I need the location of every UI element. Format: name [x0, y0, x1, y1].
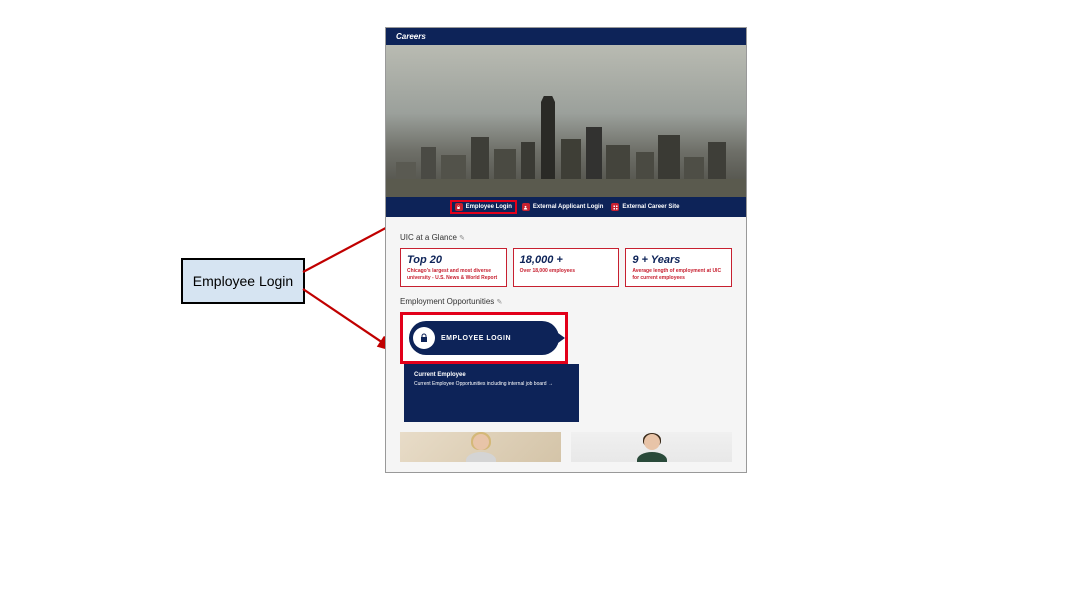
stat-desc: Chicago's largest and most diverse unive… [407, 268, 500, 281]
current-employee-desc: Current Employee Opportunities including… [414, 381, 569, 387]
photo-row [400, 432, 732, 462]
content-area: UIC at a Glance ✎ Top 20 Chicago's large… [386, 217, 746, 472]
stat-card: Top 20 Chicago's largest and most divers… [400, 248, 507, 287]
nav-label: Employee Login [466, 204, 512, 210]
top-bar: Careers [386, 28, 746, 45]
stat-desc: Over 18,000 employees [520, 268, 613, 275]
glance-heading: UIC at a Glance ✎ [400, 233, 732, 242]
stat-headline: 9 + Years [632, 254, 725, 266]
stat-card: 18,000 + Over 18,000 employees [513, 248, 620, 287]
careers-page: Careers Employee Login [385, 27, 747, 473]
stats-row: Top 20 Chicago's largest and most divers… [400, 248, 732, 287]
annotation-callout: Employee Login [181, 258, 305, 304]
edit-icon[interactable]: ✎ [497, 299, 503, 306]
user-icon [522, 203, 530, 211]
employee-photo [571, 432, 732, 462]
nav-external-applicant-login[interactable]: External Applicant Login [522, 202, 603, 212]
page-title: Careers [396, 32, 426, 41]
stat-headline: 18,000 + [520, 254, 613, 266]
annotation-callout-text: Employee Login [193, 273, 293, 290]
edit-icon[interactable]: ✎ [459, 235, 465, 242]
hero-banner [386, 45, 746, 197]
current-employee-title: Current Employee [414, 372, 569, 378]
current-employee-panel[interactable]: Current Employee Current Employee Opport… [404, 364, 579, 422]
skyline-illustration [386, 97, 746, 197]
opportunities-row: EMPLOYEE LOGIN Current Employee Current … [400, 312, 732, 422]
nav-external-career-site[interactable]: External Career Site [611, 202, 679, 212]
stat-desc: Average length of employment at UIC for … [632, 268, 725, 281]
nav-bar: Employee Login External Applicant Login … [386, 197, 746, 217]
lock-icon [455, 203, 463, 211]
employee-photo [400, 432, 561, 462]
stat-card: 9 + Years Average length of employment a… [625, 248, 732, 287]
nav-employee-login[interactable]: Employee Login [450, 200, 517, 214]
employee-login-button[interactable]: EMPLOYEE LOGIN [409, 321, 559, 355]
nav-label: External Career Site [622, 204, 679, 210]
nav-label: External Applicant Login [533, 204, 603, 210]
grid-icon [611, 203, 619, 211]
lock-icon [413, 327, 435, 349]
opportunities-heading: Employment Opportunities ✎ [400, 297, 732, 306]
stat-headline: Top 20 [407, 254, 500, 266]
employee-login-highlight: EMPLOYEE LOGIN [400, 312, 568, 364]
employee-login-label: EMPLOYEE LOGIN [441, 335, 511, 342]
